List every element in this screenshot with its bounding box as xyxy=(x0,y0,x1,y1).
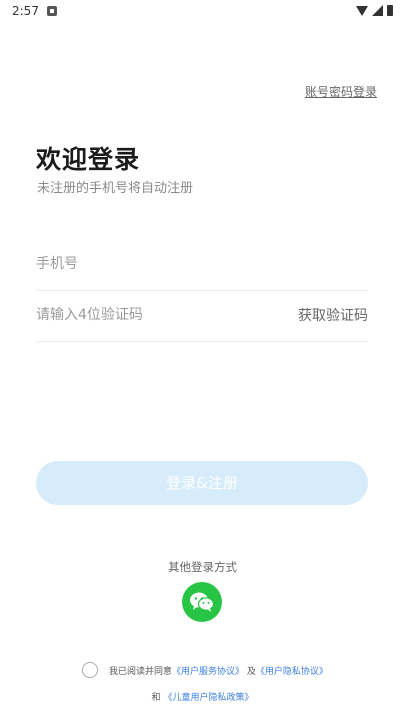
wifi-icon xyxy=(356,5,368,16)
phone-input[interactable] xyxy=(36,250,286,278)
get-code-button[interactable]: 获取验证码 xyxy=(298,305,368,325)
signal-icon xyxy=(372,5,383,16)
verification-code-input[interactable] xyxy=(36,301,286,329)
agreement-prefix: 我已阅读并同意 xyxy=(109,667,173,677)
page-subtitle: 未注册的手机号将自动注册 xyxy=(37,181,194,196)
battery-icon xyxy=(387,5,393,16)
other-login-label: 其他登录方式 xyxy=(168,560,237,574)
service-agreement-link[interactable]: 《用户服务协议》 xyxy=(172,667,244,677)
agreement-and: 及 xyxy=(246,667,256,677)
login-register-button[interactable]: 登录&注册 xyxy=(36,461,368,505)
privacy-agreement-link[interactable]: 《用户隐私协议》 xyxy=(256,667,328,677)
wechat-login-button[interactable] xyxy=(182,582,222,622)
status-icons xyxy=(356,5,393,16)
notification-icon xyxy=(47,6,57,16)
wechat-icon xyxy=(190,592,215,612)
agreement-and-2: 和 xyxy=(151,693,161,703)
phone-field xyxy=(36,238,368,291)
agree-radio[interactable] xyxy=(82,662,98,678)
agreement-row-2: 和 《儿童用户隐私政策》 xyxy=(0,690,405,703)
status-time: 2:57 xyxy=(12,4,39,18)
agreement-text: 我已阅读并同意《用户服务协议》 及《用户隐私协议》 xyxy=(109,664,328,677)
page-title: 欢迎登录 xyxy=(36,145,141,174)
account-password-login-link[interactable]: 账号密码登录 xyxy=(305,83,377,100)
status-bar: 2:57 xyxy=(0,0,405,24)
code-field: 获取验证码 xyxy=(36,289,368,342)
child-privacy-policy-link[interactable]: 《儿童用户隐私政策》 xyxy=(163,693,253,703)
